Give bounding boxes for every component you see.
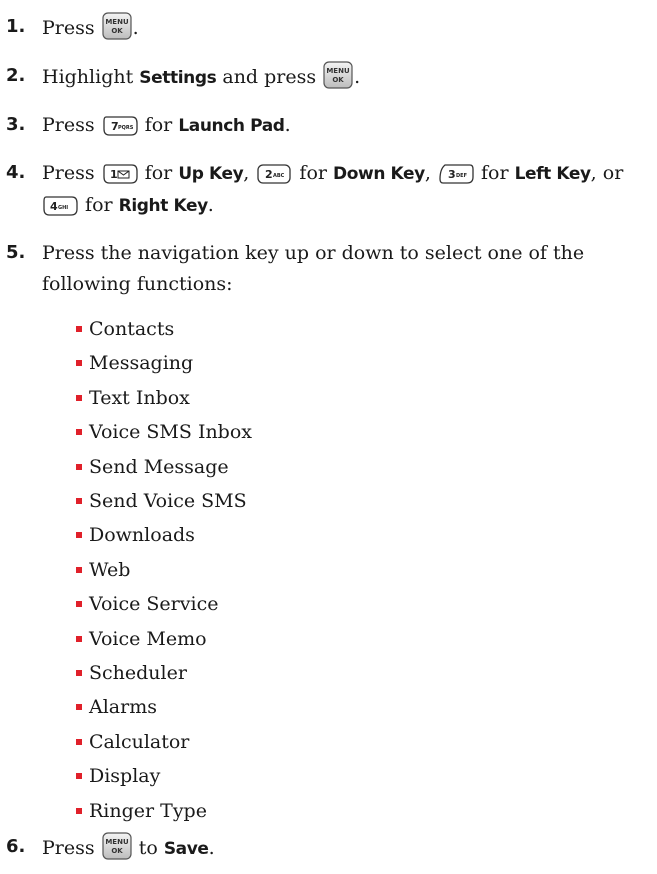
list-item: Downloads	[76, 520, 195, 550]
launch-pad-label: Launch Pad	[178, 116, 285, 136]
svg-text:MENU: MENU	[327, 67, 351, 75]
menu-ok-key-icon: MENU OK	[323, 61, 353, 89]
list-item-label: Send Voice SMS	[89, 490, 247, 512]
bullet-icon	[76, 601, 82, 608]
list-item-label: Scheduler	[89, 662, 187, 684]
bullet-icon	[76, 635, 82, 642]
list-item-label: Voice Service	[89, 593, 219, 616]
list-item-label: Downloads	[89, 524, 195, 547]
list-item: Send Message	[76, 452, 229, 482]
step-number: 1.	[6, 16, 26, 37]
bullet-icon	[76, 326, 82, 332]
bullet-icon	[76, 360, 82, 367]
svg-text:2: 2	[265, 168, 273, 181]
list-item: Scheduler	[76, 658, 187, 688]
list-item-label: Voice Memo	[89, 627, 207, 650]
bullet-icon	[76, 773, 82, 780]
list-item: Messaging	[76, 348, 193, 378]
list-item-label: Calculator	[89, 730, 190, 753]
svg-text:1: 1	[110, 168, 118, 181]
menu-ok-key-icon: MENU OK	[102, 12, 132, 40]
menu-ok-key-icon: MENU OK	[102, 832, 132, 860]
list-item: Voice SMS Inbox	[76, 417, 252, 447]
list-item: Voice Memo	[76, 624, 207, 654]
right-key-label: Right Key	[118, 196, 209, 216]
bullet-icon	[76, 429, 82, 436]
list-item: Send Voice SMS	[76, 486, 247, 516]
svg-text:DEF: DEF	[456, 173, 467, 179]
bullet-icon	[76, 738, 82, 745]
step-number: 6.	[6, 836, 26, 857]
bullet-icon	[76, 704, 82, 711]
svg-text:MENU: MENU	[105, 838, 129, 846]
list-item-label: Web	[89, 558, 131, 581]
step-number: 4.	[6, 162, 26, 183]
svg-text:OK: OK	[111, 847, 123, 855]
key-3-icon: 3 DEF	[438, 163, 474, 185]
list-item-label: Ringer Type	[89, 799, 207, 822]
save-label: Save	[163, 839, 209, 859]
list-item-label: Voice SMS Inbox	[89, 421, 253, 444]
step-number: 3.	[6, 114, 26, 135]
step-number: 5.	[6, 242, 26, 263]
key-7-icon: 7 PQRS	[102, 115, 138, 137]
list-item-label: Text Inbox	[89, 386, 190, 409]
list-item-label: Display	[89, 765, 161, 788]
list-item-label: Contacts	[89, 318, 175, 340]
bullet-icon	[76, 566, 82, 573]
list-item: Web	[76, 555, 130, 585]
list-item-label: Alarms	[89, 696, 157, 719]
svg-text:ABC: ABC	[273, 173, 285, 179]
list-item: Calculator	[76, 727, 189, 757]
step-text: Press	[42, 17, 95, 39]
step-number: 2.	[6, 65, 26, 86]
list-item: Display	[76, 761, 160, 791]
bullet-icon	[76, 807, 82, 814]
bullet-icon	[76, 532, 82, 539]
settings-label: Settings	[139, 68, 217, 88]
list-item: Ringer Type	[76, 796, 207, 826]
list-item: Contacts	[76, 314, 174, 344]
svg-text:3: 3	[448, 168, 456, 181]
bullet-icon	[76, 463, 82, 470]
down-key-label: Down Key	[333, 164, 425, 184]
svg-text:GHI: GHI	[58, 205, 68, 211]
key-2-icon: 2 ABC	[256, 163, 292, 185]
bullet-icon	[76, 498, 82, 504]
list-item: Alarms	[76, 692, 157, 722]
up-key-label: Up Key	[178, 164, 244, 184]
bullet-icon	[76, 394, 82, 401]
list-item-label: Messaging	[89, 352, 194, 375]
svg-text:OK: OK	[111, 27, 123, 35]
svg-text:PQRS: PQRS	[118, 125, 134, 131]
svg-text:4: 4	[50, 200, 58, 213]
list-item-label: Send Message	[89, 455, 229, 478]
left-key-label: Left Key	[514, 164, 591, 184]
svg-text:MENU: MENU	[105, 18, 129, 26]
bullet-icon	[76, 670, 82, 676]
list-item: Voice Service	[76, 589, 218, 619]
key-4-icon: 4 GHI	[42, 195, 78, 217]
key-1-icon: 1	[102, 163, 138, 185]
list-item: Text Inbox	[76, 383, 190, 413]
svg-text:OK: OK	[332, 76, 344, 84]
